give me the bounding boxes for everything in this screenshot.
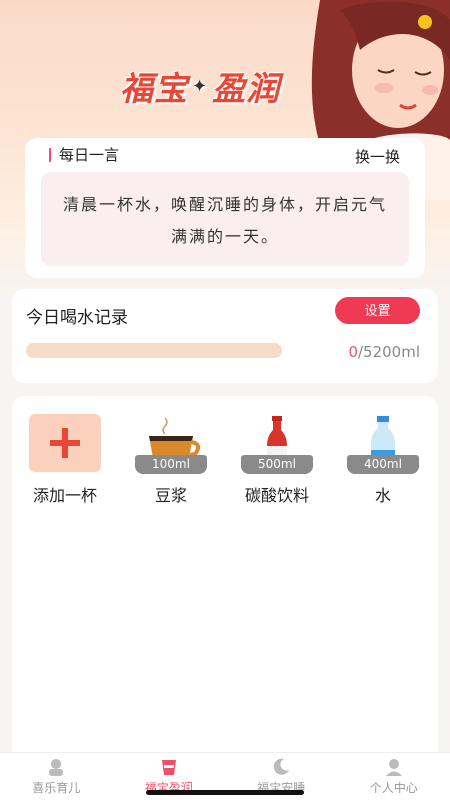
- tab-label: 喜乐育儿: [32, 781, 81, 795]
- progress-goal: /5200ml: [357, 343, 420, 361]
- banner-title: 福宝 ✦ 盈润: [120, 62, 280, 110]
- progress-text: 0/5200ml: [348, 343, 420, 361]
- person-icon: [385, 759, 402, 776]
- home-indicator: [146, 790, 304, 795]
- volume-tag: 500ml: [241, 455, 313, 474]
- cup-icon: [161, 760, 176, 775]
- progress-current: 0: [348, 343, 358, 361]
- tab-parenting[interactable]: 喜乐育儿: [0, 753, 113, 800]
- volume-tag: 400ml: [347, 455, 419, 474]
- banner-title-right: 盈润: [212, 69, 281, 108]
- settings-button[interactable]: 设置: [335, 297, 420, 324]
- daily-quote-card: 每日一言 换一换 清晨一杯水，唤醒沉睡的身体，开启元气满满的一天。: [25, 138, 425, 278]
- banner-title-left: 福宝: [120, 69, 188, 108]
- water-record-card: 今日喝水记录 设置 0/5200ml: [12, 289, 438, 383]
- drink-label: 碳酸饮料: [244, 486, 309, 505]
- drink-label: 豆浆: [154, 486, 187, 505]
- add-drink-button[interactable]: 添加一杯: [20, 414, 110, 506]
- quote-heading: 每日一言: [49, 148, 119, 163]
- drink-soda[interactable]: 500ml 碳酸饮料: [232, 414, 322, 506]
- plus-icon: [29, 414, 101, 472]
- drink-water[interactable]: 400ml 水: [338, 414, 428, 506]
- quote-text: 清晨一杯水，唤醒沉睡的身体，开启元气满满的一天。: [41, 172, 409, 266]
- drink-label: 添加一杯: [32, 486, 97, 505]
- record-title: 今日喝水记录: [26, 308, 128, 328]
- baby-icon: [49, 759, 64, 776]
- drink-label: 水: [374, 486, 391, 505]
- banner-separator: ✦: [192, 75, 209, 97]
- volume-tag: 100ml: [135, 455, 207, 474]
- drink-soy-milk[interactable]: 100ml 豆浆: [126, 414, 216, 506]
- refresh-quote-button[interactable]: 换一换: [355, 146, 400, 167]
- moon-icon: [273, 758, 290, 775]
- water-progress-bar: [26, 343, 282, 358]
- tab-label: 个人中心: [369, 781, 418, 795]
- tab-profile[interactable]: 个人中心: [338, 753, 450, 800]
- drinks-panel: 添加一杯 100ml 豆浆 500ml 碳酸饮料 400ml 水: [12, 396, 438, 756]
